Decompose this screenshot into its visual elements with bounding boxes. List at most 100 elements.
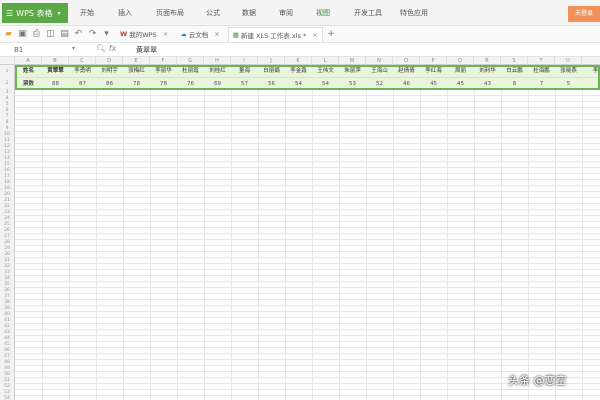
dropdown-icon[interactable]: ▾ bbox=[101, 29, 112, 40]
column-header-e[interactable]: E bbox=[123, 57, 150, 65]
formula-input[interactable]: 黄翠翠 bbox=[136, 45, 157, 55]
fx-icon[interactable]: 🔍︎ fx bbox=[96, 44, 116, 53]
save-icon[interactable]: ▣ bbox=[17, 29, 28, 40]
login-button[interactable]: 未登录 bbox=[568, 6, 600, 22]
tab-formulas[interactable]: 公式 bbox=[206, 8, 242, 18]
tab-insert[interactable]: 插入 bbox=[118, 8, 156, 18]
value-cell[interactable]: 56 bbox=[258, 78, 285, 90]
column-header-q[interactable]: Q bbox=[447, 57, 474, 65]
header-cell[interactable]: 李丽华 bbox=[150, 65, 177, 78]
tab-workbook[interactable]: ▦ 新建 XLS 工作表.xls * × bbox=[227, 26, 323, 42]
column-header-g[interactable]: G bbox=[177, 57, 204, 65]
close-icon[interactable]: × bbox=[163, 30, 168, 38]
column-header-r[interactable]: R bbox=[474, 57, 501, 65]
name-box[interactable]: B1 bbox=[14, 45, 76, 55]
header-cell[interactable]: 白云鹏 bbox=[501, 65, 528, 78]
column-header-s[interactable]: S bbox=[501, 57, 528, 65]
column-header-l[interactable]: L bbox=[312, 57, 339, 65]
header-cell[interactable]: 董海 bbox=[231, 65, 258, 78]
value-cell[interactable]: 8 bbox=[501, 78, 528, 90]
column-header-b[interactable]: B bbox=[42, 57, 69, 65]
column-header-f[interactable]: F bbox=[150, 57, 177, 65]
value-cell[interactable]: 52 bbox=[366, 78, 393, 90]
column-header-p[interactable]: P bbox=[420, 57, 447, 65]
header-cell[interactable]: 周丽 bbox=[447, 65, 474, 78]
column-header-h[interactable]: H bbox=[204, 57, 231, 65]
header-cell[interactable]: 刘明宇 bbox=[96, 65, 123, 78]
row-number[interactable]: 2 bbox=[0, 78, 15, 90]
value-cell[interactable]: 43 bbox=[474, 78, 501, 90]
folder-icon[interactable]: ▰ bbox=[3, 29, 14, 40]
header-cell[interactable]: 杜丽霞 bbox=[177, 65, 204, 78]
header-cell[interactable]: 王伟文 bbox=[312, 65, 339, 78]
spreadsheet-grid[interactable]: ABCDEFGHIJKLMNOPQRSTU 1 2 3 4 5 6 7 8 9 10 11 12 13 1… bbox=[0, 57, 600, 400]
column-header-i[interactable]: I bbox=[231, 57, 258, 65]
header-cell[interactable]: 刘利华 bbox=[474, 65, 501, 78]
app-menu-button[interactable]: ☰ WPS 表格 ▾ bbox=[2, 3, 68, 23]
column-header-j[interactable]: J bbox=[258, 57, 285, 65]
value-cell[interactable]: 78 bbox=[150, 78, 177, 90]
column-header-u[interactable]: U bbox=[555, 57, 582, 65]
tab-developer[interactable]: 开发工具 bbox=[354, 8, 400, 18]
header-cell[interactable]: 姓名 bbox=[15, 65, 42, 78]
value-cell[interactable]: 7 bbox=[528, 78, 555, 90]
preview-icon[interactable]: ◫ bbox=[45, 29, 56, 40]
value-cell[interactable]: 57 bbox=[231, 78, 258, 90]
header-cell[interactable]: 赵倩倩 bbox=[393, 65, 420, 78]
header-cell[interactable]: 黄翠翠 bbox=[42, 65, 69, 78]
tab-review[interactable]: 审阅 bbox=[279, 8, 316, 18]
value-cell[interactable]: 54 bbox=[285, 78, 312, 90]
row-number[interactable]: 54 bbox=[0, 396, 15, 400]
close-icon[interactable]: × bbox=[312, 31, 317, 39]
tab-home[interactable]: 开始 bbox=[80, 8, 118, 18]
value-cell[interactable]: 票数 bbox=[15, 78, 42, 90]
column-header-a[interactable]: A bbox=[15, 57, 42, 65]
row-number[interactable]: 1 bbox=[0, 65, 15, 78]
column-header-m[interactable]: M bbox=[339, 57, 366, 65]
print-icon[interactable]: ⎙ bbox=[31, 29, 42, 40]
tab-cloud-docs[interactable]: ☁ 云文档 × bbox=[176, 27, 224, 42]
value-cell[interactable]: 86 bbox=[96, 78, 123, 90]
value-cell[interactable]: 76 bbox=[177, 78, 204, 90]
header-cell[interactable]: 李红海 bbox=[420, 65, 447, 78]
header-cell[interactable]: 朱丽萍 bbox=[339, 65, 366, 78]
header-cell[interactable]: 刘桂红 bbox=[204, 65, 231, 78]
header-cell[interactable]: 王海山 bbox=[366, 65, 393, 78]
tab-my-wps[interactable]: W 我的WPS × bbox=[116, 27, 172, 42]
value-cell[interactable]: 5 bbox=[555, 78, 582, 90]
value-cell[interactable]: 54 bbox=[312, 78, 339, 90]
column-header-o[interactable]: O bbox=[393, 57, 420, 65]
value-cell[interactable]: 45 bbox=[420, 78, 447, 90]
value-cell[interactable]: 53 bbox=[339, 78, 366, 90]
column-header-t[interactable]: T bbox=[528, 57, 555, 65]
undo-icon[interactable]: ↶ bbox=[73, 29, 84, 40]
column-header-d[interactable]: D bbox=[96, 57, 123, 65]
export-icon[interactable]: ▤ bbox=[59, 29, 70, 40]
value-cell[interactable]: 87 bbox=[69, 78, 96, 90]
tab-page-layout[interactable]: 页面布局 bbox=[156, 8, 206, 18]
tab-view[interactable]: 视图 bbox=[316, 8, 354, 18]
header-cell[interactable]: 张晓燕 bbox=[555, 65, 582, 78]
header-cell[interactable]: 白丽娟 bbox=[258, 65, 285, 78]
value-cell[interactable]: 88 bbox=[42, 78, 69, 90]
value-cell[interactable]: 69 bbox=[204, 78, 231, 90]
header-cell[interactable]: 杜海鹏 bbox=[528, 65, 555, 78]
redo-icon[interactable]: ↷ bbox=[87, 29, 98, 40]
header-cell[interactable]: 李勇明 bbox=[69, 65, 96, 78]
column-header-n[interactable]: N bbox=[366, 57, 393, 65]
tab-special[interactable]: 特色应用 bbox=[400, 8, 446, 18]
select-all-corner[interactable] bbox=[0, 57, 15, 65]
column-header-c[interactable]: C bbox=[69, 57, 96, 65]
value-cell[interactable]: 46 bbox=[393, 78, 420, 90]
tab-data[interactable]: 数据 bbox=[242, 8, 279, 18]
value-cell[interactable]: 78 bbox=[123, 78, 150, 90]
header-cell[interactable]: 李 bbox=[582, 65, 600, 78]
add-tab-icon[interactable]: + bbox=[326, 29, 337, 40]
chevron-down-icon[interactable]: ▾ bbox=[72, 45, 75, 52]
header-data-row: 姓名 黄翠翠 李勇明 刘明宇 张梅红 李丽华 杜丽霞 刘桂红 董海 白丽娟 李金鑫 王伟文 朱丽萍 王海山… bbox=[15, 65, 600, 78]
close-icon[interactable]: × bbox=[214, 30, 219, 38]
header-cell[interactable]: 张梅红 bbox=[123, 65, 150, 78]
header-cell[interactable]: 李金鑫 bbox=[285, 65, 312, 78]
value-cell[interactable]: 45 bbox=[447, 78, 474, 90]
column-header-k[interactable]: K bbox=[285, 57, 312, 65]
